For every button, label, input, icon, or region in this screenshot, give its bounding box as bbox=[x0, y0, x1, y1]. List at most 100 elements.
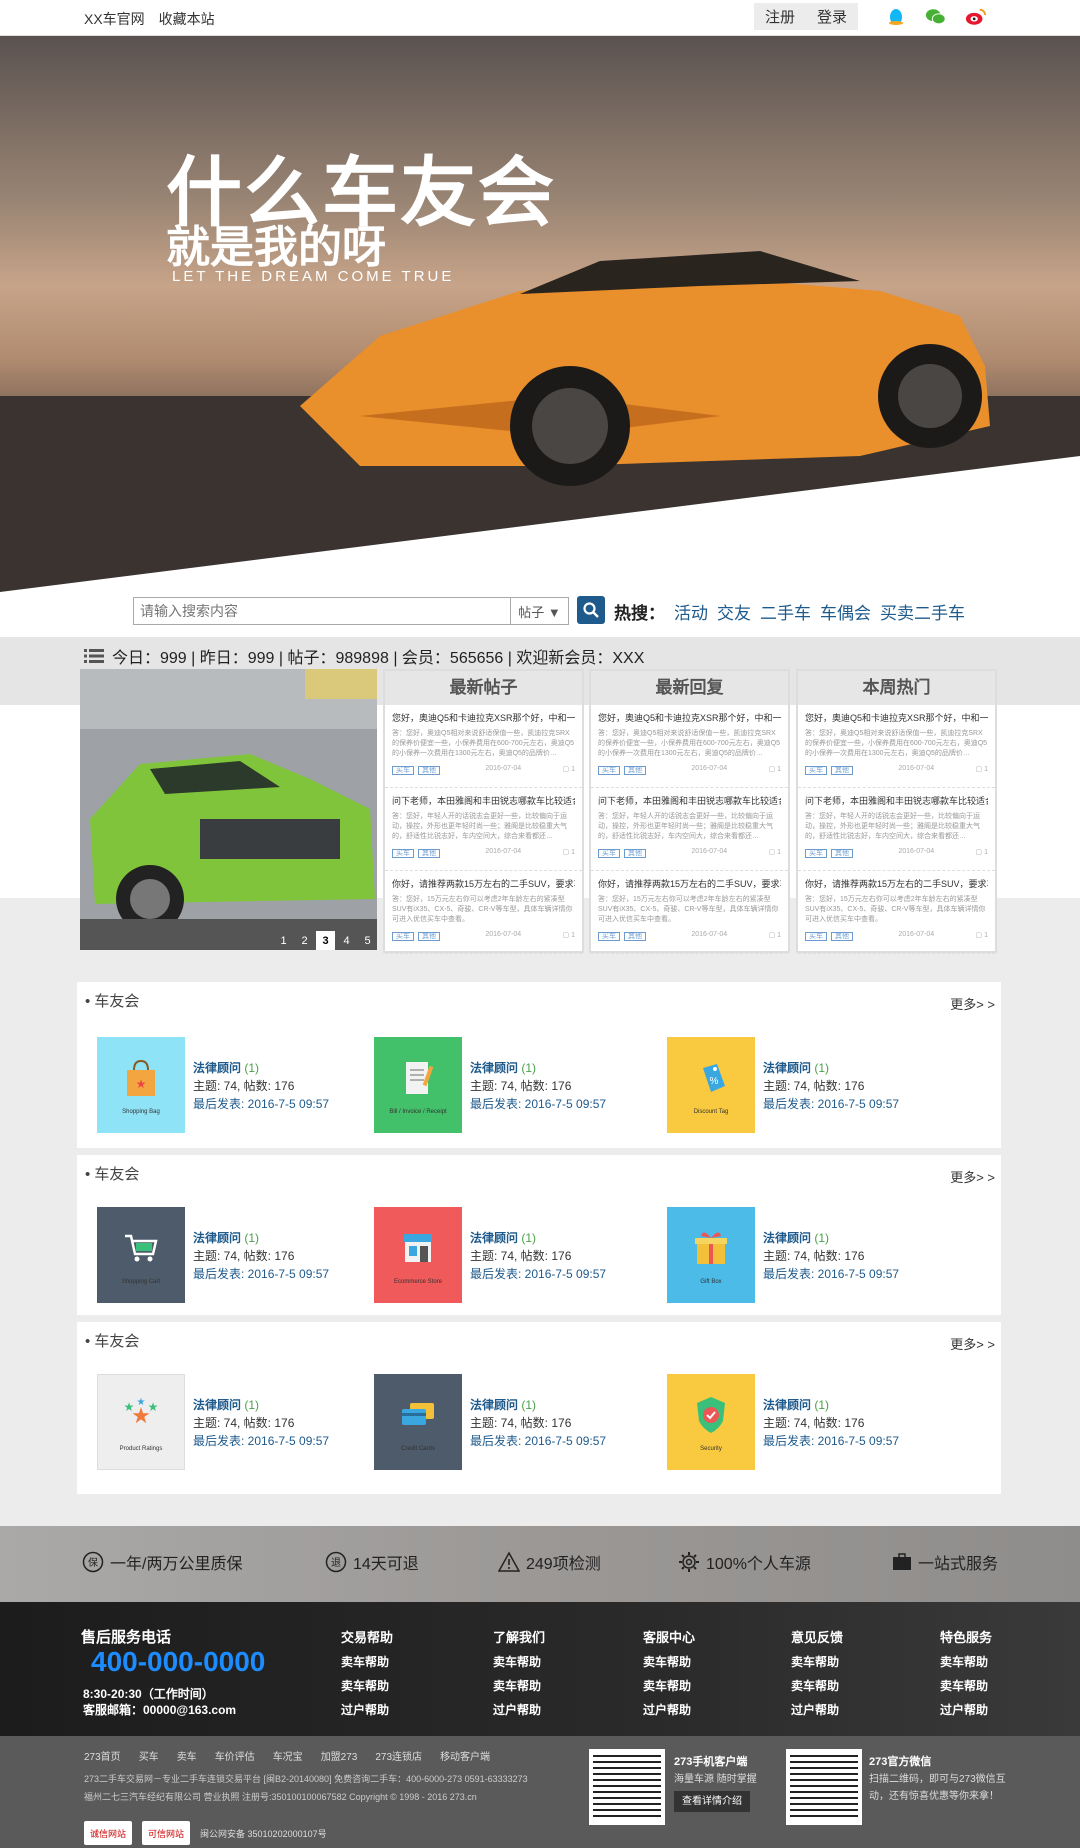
forum-title[interactable]: 车友会 bbox=[94, 1166, 139, 1183]
post-column-title[interactable]: 本周热门 bbox=[798, 671, 995, 705]
forum-board-name[interactable]: 法律顾问 (1) bbox=[193, 1396, 329, 1414]
forum-board-name[interactable]: 法律顾问 (1) bbox=[763, 1059, 899, 1077]
post-column-title[interactable]: 最新帖子 bbox=[385, 671, 582, 705]
forum-board-last-post[interactable]: 最后发表: 2016-7-5 09:57 bbox=[193, 1095, 329, 1113]
wechat-icon[interactable] bbox=[925, 6, 947, 28]
forum-board[interactable]: % Discount Tag 法律顾问 (1) 主题: 74, 帖数: 176 … bbox=[667, 1037, 957, 1137]
footer-link[interactable]: 过户帮助 bbox=[791, 1698, 843, 1722]
footer-link[interactable]: 过户帮助 bbox=[341, 1698, 393, 1722]
slider-page-button[interactable]: 5 bbox=[358, 931, 377, 950]
weibo-icon[interactable] bbox=[965, 6, 987, 28]
footer-link[interactable]: 卖车帮助 bbox=[940, 1650, 992, 1674]
forum-board[interactable]: Ecommerce Store 法律顾问 (1) 主题: 74, 帖数: 176… bbox=[374, 1207, 664, 1307]
post-question[interactable]: 你好，请推荐两款15万左右的二手SUV，要求车… bbox=[392, 877, 575, 890]
footer-link[interactable]: 卖车帮助 bbox=[493, 1650, 545, 1674]
post-item[interactable]: 问下老师，本田雅阁和丰田锐志哪款车比较适合… 答：您好，年轻人开的话锐志会更好一… bbox=[385, 788, 582, 871]
forum-title[interactable]: 车友会 bbox=[94, 993, 139, 1010]
register-link[interactable]: 注册 bbox=[765, 6, 795, 27]
footer-link[interactable]: 卖车帮助 bbox=[643, 1674, 695, 1698]
forum-board-title[interactable]: 法律顾问 bbox=[470, 1231, 518, 1245]
slider-page-button-active[interactable]: 3 bbox=[316, 931, 335, 950]
forum-board-title[interactable]: 法律顾问 bbox=[763, 1061, 811, 1075]
forum-board-title[interactable]: 法律顾问 bbox=[193, 1398, 241, 1412]
service-email[interactable]: 客服邮箱：00000@163.com bbox=[83, 1702, 236, 1718]
forum-board-last-post[interactable]: 最后发表: 2016-7-5 09:57 bbox=[470, 1095, 606, 1113]
post-tag[interactable]: 其他 bbox=[624, 932, 646, 941]
bookmark-link[interactable]: 收藏本站 bbox=[159, 11, 215, 27]
forum-board-last-post[interactable]: 最后发表: 2016-7-5 09:57 bbox=[763, 1095, 899, 1113]
forum-board-name[interactable]: 法律顾问 (1) bbox=[193, 1059, 329, 1077]
forum-board-title[interactable]: 法律顾问 bbox=[470, 1398, 518, 1412]
post-question[interactable]: 问下老师，本田雅阁和丰田锐志哪款车比较适合… bbox=[805, 794, 988, 807]
post-item[interactable]: 问下老师，本田雅阁和丰田锐志哪款车比较适合… 答：您好，年轻人开的话锐志会更好一… bbox=[798, 788, 995, 871]
forum-board-title[interactable]: 法律顾问 bbox=[763, 1231, 811, 1245]
post-question[interactable]: 问下老师，本田雅阁和丰田锐志哪款车比较适合… bbox=[392, 794, 575, 807]
bottom-link[interactable]: 移动客户端 bbox=[440, 1748, 490, 1763]
forum-board-title[interactable]: 法律顾问 bbox=[763, 1398, 811, 1412]
post-question[interactable]: 您好，奥迪Q5和卡迪拉克XSR那个好，中和一下… bbox=[805, 711, 988, 724]
bottom-link[interactable]: 273首页 bbox=[84, 1748, 121, 1763]
search-button[interactable] bbox=[577, 596, 605, 624]
more-link[interactable]: 更多> > bbox=[950, 994, 995, 1013]
post-tag[interactable]: 其他 bbox=[624, 849, 646, 858]
bottom-link[interactable]: 卖车 bbox=[177, 1748, 197, 1763]
trust-badge[interactable]: 可信网站 bbox=[142, 1821, 191, 1845]
forum-board-name[interactable]: 法律顾问 (1) bbox=[470, 1059, 606, 1077]
forum-board-image[interactable]: Bill / Invoice / Receipt bbox=[374, 1037, 462, 1133]
forum-board-last-post[interactable]: 最后发表: 2016-7-5 09:57 bbox=[193, 1432, 329, 1450]
forum-board-name[interactable]: 法律顾问 (1) bbox=[763, 1396, 899, 1414]
hot-link[interactable]: 交友 bbox=[717, 604, 751, 623]
forum-board[interactable]: Gift Box 法律顾问 (1) 主题: 74, 帖数: 176 最后发表: … bbox=[667, 1207, 957, 1307]
post-question[interactable]: 您好，奥迪Q5和卡迪拉克XSR那个好，中和一下… bbox=[598, 711, 781, 724]
footer-link[interactable]: 卖车帮助 bbox=[341, 1674, 393, 1698]
post-tag[interactable]: 买车 bbox=[805, 766, 827, 775]
footer-link[interactable]: 卖车帮助 bbox=[493, 1674, 545, 1698]
footer-link[interactable]: 过户帮助 bbox=[643, 1698, 695, 1722]
slider-page-button[interactable]: 1 bbox=[274, 931, 293, 950]
post-question[interactable]: 你好，请推荐两款15万左右的二手SUV，要求车… bbox=[598, 877, 781, 890]
forum-board-image[interactable]: Gift Box bbox=[667, 1207, 755, 1303]
post-tag[interactable]: 买车 bbox=[392, 932, 414, 941]
post-tag[interactable]: 其他 bbox=[418, 766, 440, 775]
post-question[interactable]: 问下老师，本田雅阁和丰田锐志哪款车比较适合… bbox=[598, 794, 781, 807]
hot-link[interactable]: 活动 bbox=[674, 604, 708, 623]
post-tag[interactable]: 买车 bbox=[598, 849, 620, 858]
footer-link[interactable]: 卖车帮助 bbox=[940, 1674, 992, 1698]
forum-board[interactable]: Security 法律顾问 (1) 主题: 74, 帖数: 176 最后发表: … bbox=[667, 1374, 957, 1474]
post-item[interactable]: 你好，请推荐两款15万左右的二手SUV，要求车… 答：您好，15万元左右你可以考… bbox=[591, 871, 788, 954]
post-tag[interactable]: 买车 bbox=[805, 849, 827, 858]
post-item[interactable]: 您好，奥迪Q5和卡迪拉克XSR那个好，中和一下… 答：您好，奥迪Q5相对来说舒适… bbox=[798, 705, 995, 788]
forum-board-image[interactable]: ★ Shopping Bag bbox=[97, 1037, 185, 1133]
bottom-link[interactable]: 买车 bbox=[139, 1748, 159, 1763]
forum-board-name[interactable]: 法律顾问 (1) bbox=[470, 1396, 606, 1414]
forum-board[interactable]: ★ Shopping Bag 法律顾问 (1) 主题: 74, 帖数: 176 … bbox=[97, 1037, 387, 1137]
forum-board-last-post[interactable]: 最后发表: 2016-7-5 09:57 bbox=[193, 1265, 329, 1283]
bottom-link[interactable]: 273连锁店 bbox=[375, 1748, 422, 1763]
footer-link[interactable]: 卖车帮助 bbox=[643, 1650, 695, 1674]
site-home-link[interactable]: XX车官网 bbox=[84, 11, 145, 27]
post-tag[interactable]: 其他 bbox=[831, 849, 853, 858]
bottom-link[interactable]: 车况宝 bbox=[273, 1748, 303, 1763]
post-tag[interactable]: 买车 bbox=[805, 932, 827, 941]
post-tag[interactable]: 买车 bbox=[392, 849, 414, 858]
slider-page-button[interactable]: 2 bbox=[295, 931, 314, 950]
bottom-link[interactable]: 车价评估 bbox=[215, 1748, 255, 1763]
qq-icon[interactable] bbox=[885, 6, 907, 28]
forum-board[interactable]: ★ ★ ★ ★ Product Ratings 法律顾问 (1) 主题: 74, 帖数… bbox=[97, 1374, 387, 1474]
footer-link[interactable]: 过户帮助 bbox=[940, 1698, 992, 1722]
police-record[interactable]: 闽公网安备 35010202000107号 bbox=[200, 1821, 327, 1845]
forum-board[interactable]: Bill / Invoice / Receipt 法律顾问 (1) 主题: 74… bbox=[374, 1037, 664, 1137]
post-item[interactable]: 你好，请推荐两款15万左右的二手SUV，要求车… 答：您好，15万元左右你可以考… bbox=[798, 871, 995, 954]
more-link[interactable]: 更多> > bbox=[950, 1167, 995, 1186]
post-tag[interactable]: 其他 bbox=[418, 849, 440, 858]
forum-board-title[interactable]: 法律顾问 bbox=[193, 1061, 241, 1075]
post-tag[interactable]: 买车 bbox=[392, 766, 414, 775]
post-question[interactable]: 你好，请推荐两款15万左右的二手SUV，要求车… bbox=[805, 877, 988, 890]
image-slider[interactable]: 1 2 3 4 5 bbox=[80, 669, 377, 950]
forum-title[interactable]: 车友会 bbox=[94, 1333, 139, 1350]
slider-page-button[interactable]: 4 bbox=[337, 931, 356, 950]
post-tag[interactable]: 其他 bbox=[831, 766, 853, 775]
forum-board-last-post[interactable]: 最后发表: 2016-7-5 09:57 bbox=[763, 1432, 899, 1450]
footer-link[interactable]: 卖车帮助 bbox=[791, 1674, 843, 1698]
hot-link[interactable]: 买卖二手车 bbox=[880, 604, 965, 623]
